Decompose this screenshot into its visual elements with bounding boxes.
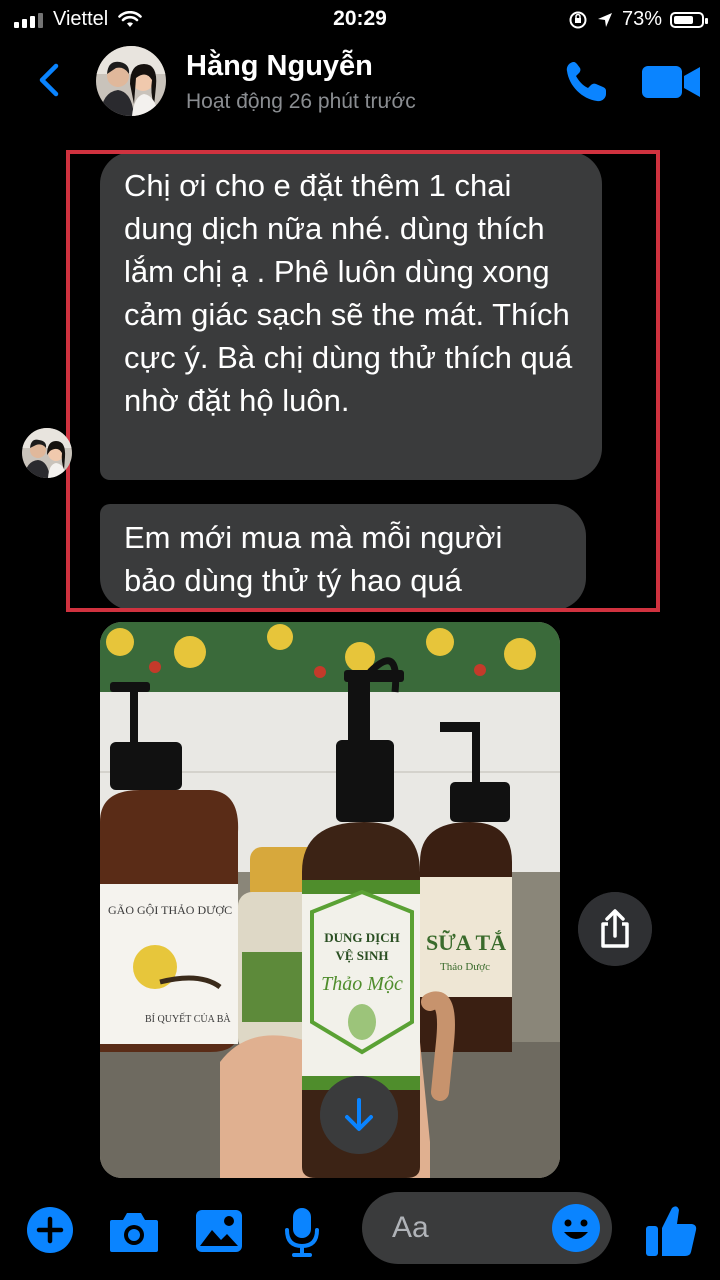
- battery-icon: [670, 11, 708, 28]
- microphone-icon[interactable]: [284, 1206, 320, 1258]
- message-bubble[interactable]: Chị ơi cho e đặt thêm 1 chai dung dịch n…: [100, 152, 602, 480]
- svg-text:VỆ SINH: VỆ SINH: [335, 948, 388, 963]
- svg-text:DUNG DỊCH: DUNG DỊCH: [324, 930, 399, 945]
- message-input[interactable]: [390, 1206, 554, 1250]
- share-icon[interactable]: [578, 892, 652, 966]
- arrow-down-icon[interactable]: [320, 1076, 398, 1154]
- svg-text:SỮA TẮ: SỮA TẮ: [426, 930, 506, 955]
- contact-name[interactable]: Hằng Nguyễn: [186, 50, 373, 83]
- svg-text:Thảo Mộc: Thảo Mộc: [321, 973, 403, 995]
- phone-icon[interactable]: [560, 56, 612, 108]
- thumbs-up-icon[interactable]: [644, 1202, 698, 1258]
- camera-icon[interactable]: [108, 1210, 160, 1254]
- activity-status: Hoạt động 26 phút trước: [186, 90, 416, 113]
- composer-bar: [0, 1178, 720, 1280]
- sender-avatar[interactable]: [22, 428, 72, 478]
- location-arrow-icon: [597, 12, 612, 27]
- svg-text:BÍ QUYẾT CỦA BÀ: BÍ QUYẾT CỦA BÀ: [145, 1012, 231, 1025]
- contact-avatar[interactable]: [96, 46, 166, 116]
- plus-icon[interactable]: [26, 1206, 74, 1254]
- battery-percent: 73%: [621, 8, 662, 30]
- emoji-icon[interactable]: [550, 1202, 602, 1254]
- svg-text:GÃO GỘI THẢO DƯỢC: GÃO GỘI THẢO DƯỢC: [108, 903, 232, 917]
- back-chevron-icon[interactable]: [30, 60, 70, 100]
- status-bar: Viettel 20:29 73%: [0, 0, 720, 40]
- gallery-icon[interactable]: [194, 1208, 244, 1254]
- video-camera-icon[interactable]: [640, 58, 702, 106]
- message-bubble[interactable]: Em mới mua mà mỗi người bảo dùng thử tý …: [100, 504, 586, 610]
- rotation-lock-icon: [569, 11, 587, 28]
- message-input-wrapper[interactable]: [362, 1192, 612, 1264]
- svg-text:Thảo Dược: Thảo Dược: [440, 961, 490, 973]
- conversation-header: Hằng Nguyễn Hoạt động 26 phút trước: [0, 40, 720, 130]
